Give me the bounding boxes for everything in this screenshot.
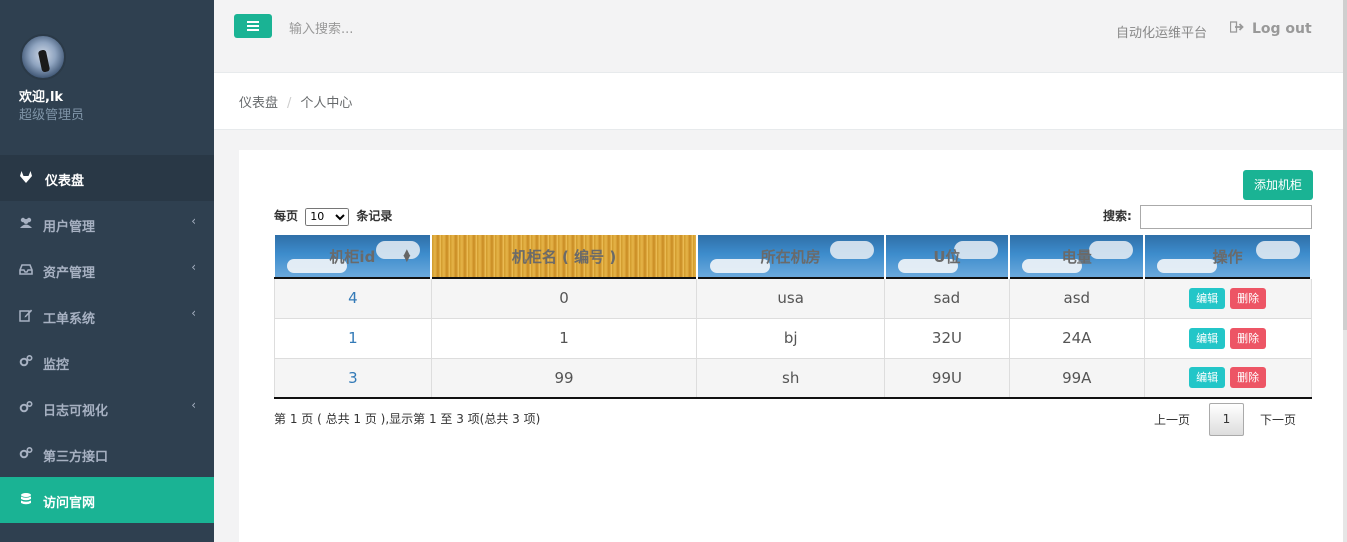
length-suffix: 条记录: [356, 209, 393, 223]
sidebar-item-third-party-api[interactable]: 第三方接口: [0, 431, 214, 477]
hamburger-icon: [247, 29, 259, 31]
users-icon: [20, 217, 32, 228]
table-row: 1 1 bj 32U 24A 编辑 删除: [274, 317, 1312, 358]
table-row: 4 0 usa sad asd 编辑 删除: [274, 277, 1312, 318]
cell-name: 0: [431, 277, 698, 318]
top-search-input[interactable]: [289, 22, 589, 37]
sidebar-item-label: 资产管理: [43, 266, 96, 281]
table-row: 3 99 sh 99U 99A 编辑 删除: [274, 357, 1312, 398]
database-icon: [21, 493, 31, 505]
edit-button[interactable]: 编辑: [1189, 367, 1226, 389]
topbar: 自动化运维平台 Log out: [214, 0, 1347, 73]
sidebar-item-dashboard[interactable]: 仪表盘: [0, 155, 214, 201]
platform-name: 自动化运维平台: [1116, 26, 1208, 41]
cell-id[interactable]: 4: [274, 277, 432, 318]
next-page-button[interactable]: 下一页: [1260, 411, 1296, 428]
breadcrumb-separator: /: [287, 96, 292, 111]
menu-toggle-button[interactable]: [234, 14, 272, 38]
sidebar-item-monitor[interactable]: 监控: [0, 339, 214, 385]
table-search-input[interactable]: [1140, 205, 1312, 229]
cell-power: asd: [1009, 277, 1145, 318]
inbox-icon: [19, 264, 33, 275]
cell-room: sh: [696, 357, 886, 398]
welcome-text: 欢迎,lk: [19, 90, 64, 105]
logout-link[interactable]: Log out: [1230, 21, 1312, 37]
cell-name: 1: [431, 317, 698, 358]
sidebar-item-label: 监控: [43, 358, 70, 373]
logout-label: Log out: [1252, 21, 1312, 37]
cell-id[interactable]: 1: [274, 317, 432, 358]
edit-button[interactable]: 编辑: [1189, 287, 1226, 309]
delete-button[interactable]: 删除: [1230, 327, 1267, 349]
chevron-left-icon: ‹: [191, 398, 196, 412]
column-header-power[interactable]: 电量: [1009, 235, 1146, 278]
chevron-left-icon: ‹: [191, 214, 196, 228]
gitlab-fox-icon: [20, 171, 32, 183]
gears-icon: [19, 354, 33, 367]
avatar[interactable]: [20, 34, 66, 80]
sidebar-item-log-visualization[interactable]: 日志可视化 ‹: [0, 385, 214, 431]
sidebar-item-official-site[interactable]: 访问官网: [0, 477, 214, 523]
user-role: 超级管理员: [19, 108, 85, 123]
table-filter: 搜索:: [1103, 205, 1312, 229]
chevron-left-icon: ‹: [191, 306, 196, 320]
column-header-u[interactable]: U位: [884, 235, 1011, 278]
cell-actions: 编辑 删除: [1144, 357, 1312, 398]
sort-icon: ▲ ▼: [403, 248, 411, 264]
cell-name: 99: [431, 357, 698, 398]
column-header-room[interactable]: 所在机房: [696, 235, 886, 278]
cell-u: 32U: [884, 317, 1010, 358]
sidebar-item-label: 仪表盘: [45, 174, 85, 189]
sidebar-item-asset-management[interactable]: 资产管理 ‹: [0, 247, 214, 293]
edit-button[interactable]: 编辑: [1189, 327, 1226, 349]
sidebar-item-label: 访问官网: [43, 496, 96, 511]
sign-out-icon: [1230, 21, 1244, 33]
sidebar-item-user-management[interactable]: 用户管理 ‹: [0, 201, 214, 247]
column-header-name[interactable]: 机柜名 ( 编号 ): [431, 235, 698, 278]
breadcrumb-current: 个人中心: [300, 96, 353, 111]
column-header-actions[interactable]: 操作: [1144, 235, 1312, 278]
cell-u: 99U: [884, 357, 1010, 398]
sidebar-item-ticket-system[interactable]: 工单系统 ‹: [0, 293, 214, 339]
content-card: 添加机柜 每页 10 条记录 搜索: 机柜id ▲ ▼ 机柜名 ( 编号 ) 所在机…: [239, 150, 1343, 542]
cell-power: 24A: [1009, 317, 1145, 358]
cell-room: usa: [696, 277, 886, 318]
sidebar-item-label: 第三方接口: [43, 450, 109, 465]
cabinet-table: 机柜id ▲ ▼ 机柜名 ( 编号 ) 所在机房 U位 电量 操作 4 0 usa …: [274, 235, 1312, 399]
gears-icon: [19, 400, 33, 413]
page-length-select[interactable]: 10: [305, 207, 350, 226]
hamburger-icon: [247, 25, 259, 27]
sidebar-item-label: 工单系统: [43, 312, 96, 327]
breadcrumb-bar: 仪表盘 / 个人中心: [214, 73, 1343, 130]
page-scrollbar[interactable]: [1343, 0, 1347, 542]
cell-u: sad: [884, 277, 1010, 318]
cell-actions: 编辑 删除: [1144, 317, 1312, 358]
cell-room: bj: [696, 317, 886, 358]
page-length-control: 每页 10 条记录: [274, 207, 392, 226]
breadcrumb: 仪表盘 / 个人中心: [239, 92, 352, 111]
gears-icon: [19, 446, 33, 459]
prev-page-button[interactable]: 上一页: [1154, 411, 1190, 428]
cell-actions: 编辑 删除: [1144, 277, 1312, 318]
cell-id[interactable]: 3: [274, 357, 432, 398]
sidebar-item-label: 用户管理: [43, 220, 96, 235]
table-header-row: 机柜id ▲ ▼ 机柜名 ( 编号 ) 所在机房 U位 电量 操作: [274, 235, 1312, 278]
breadcrumb-home[interactable]: 仪表盘: [239, 96, 278, 111]
chevron-left-icon: ‹: [191, 260, 196, 274]
delete-button[interactable]: 删除: [1230, 287, 1267, 309]
add-cabinet-button[interactable]: 添加机柜: [1243, 170, 1313, 200]
delete-button[interactable]: 删除: [1230, 367, 1267, 389]
sidebar-item-label: 日志可视化: [43, 404, 109, 419]
sidebar: 欢迎,lk 超级管理员 仪表盘 用户管理 ‹ 资产管理 ‹ 工单系统 ‹ 监控 …: [0, 0, 214, 542]
edit-icon: [19, 309, 33, 322]
filter-label: 搜索:: [1103, 209, 1132, 223]
table-info: 第 1 页 ( 总共 1 页 ),显示第 1 至 3 项(总共 3 项): [274, 412, 541, 426]
hamburger-icon: [247, 21, 259, 23]
cell-power: 99A: [1009, 357, 1145, 398]
profile-panel: 欢迎,lk 超级管理员: [0, 0, 214, 155]
page-number-button[interactable]: 1: [1209, 403, 1244, 436]
length-prefix: 每页: [274, 209, 299, 223]
column-header-id[interactable]: 机柜id ▲ ▼: [274, 235, 433, 278]
